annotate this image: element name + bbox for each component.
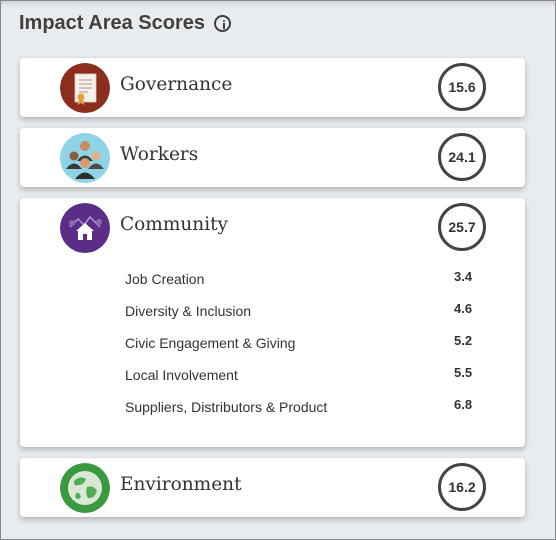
area-score: 24.1 <box>438 133 486 181</box>
subscore-label: Suppliers, Distributors & Product <box>125 399 328 415</box>
subscore-value: 4.6 <box>454 301 473 316</box>
subscore-label: Local Involvement <box>125 367 238 383</box>
area-name: Environment <box>120 474 242 495</box>
area-header[interactable]: Workers 24.1 <box>20 128 525 184</box>
subscore-list: Job Creation 3.4 Diversity & Inclusion 4… <box>20 262 525 422</box>
impact-area-workers[interactable]: Workers 24.1 <box>20 128 525 187</box>
area-score: 15.6 <box>438 63 486 111</box>
certificate-document-icon <box>60 63 110 113</box>
subscore-label: Civic Engagement & Giving <box>125 335 296 351</box>
subscore-label: Job Creation <box>125 271 205 287</box>
subscore-row: Diversity & Inclusion 4.6 <box>20 294 525 326</box>
subscore-row: Civic Engagement & Giving 5.2 <box>20 326 525 358</box>
impact-panel: Impact Area Scores Governance 15.6 Worke… <box>0 0 556 540</box>
area-name: Workers <box>120 144 199 165</box>
area-name: Community <box>120 214 229 235</box>
impact-area-environment[interactable]: Environment 16.2 <box>20 458 525 517</box>
area-score: 25.7 <box>438 203 486 251</box>
impact-area-governance[interactable]: Governance 15.6 <box>20 58 525 117</box>
subscore-value: 3.4 <box>454 269 473 284</box>
community-house-icon <box>60 203 110 253</box>
subscore-value: 5.2 <box>454 333 473 348</box>
area-score: 16.2 <box>438 463 486 511</box>
subscore-row: Job Creation 3.4 <box>20 262 525 294</box>
panel-title: Impact Area Scores <box>19 12 206 34</box>
area-header[interactable]: Community 25.7 <box>20 198 525 254</box>
panel-header: Impact Area Scores <box>19 12 232 35</box>
area-header[interactable]: Governance 15.6 <box>20 58 525 114</box>
subscore-value: 5.5 <box>454 365 473 380</box>
top-shadow <box>1 1 555 7</box>
globe-earth-icon <box>60 463 110 513</box>
area-header[interactable]: Environment 16.2 <box>20 458 525 514</box>
area-name: Governance <box>120 74 233 95</box>
subscore-row: Suppliers, Distributors & Product 6.8 <box>20 390 525 422</box>
people-group-icon <box>60 133 110 183</box>
subscore-value: 6.8 <box>454 397 473 412</box>
subscore-label: Diversity & Inclusion <box>125 303 252 319</box>
info-circle-icon[interactable] <box>214 15 232 32</box>
subscore-row: Local Involvement 5.5 <box>20 358 525 390</box>
impact-area-community[interactable]: Community 25.7 Job Creation 3.4 Diversit… <box>20 198 525 447</box>
